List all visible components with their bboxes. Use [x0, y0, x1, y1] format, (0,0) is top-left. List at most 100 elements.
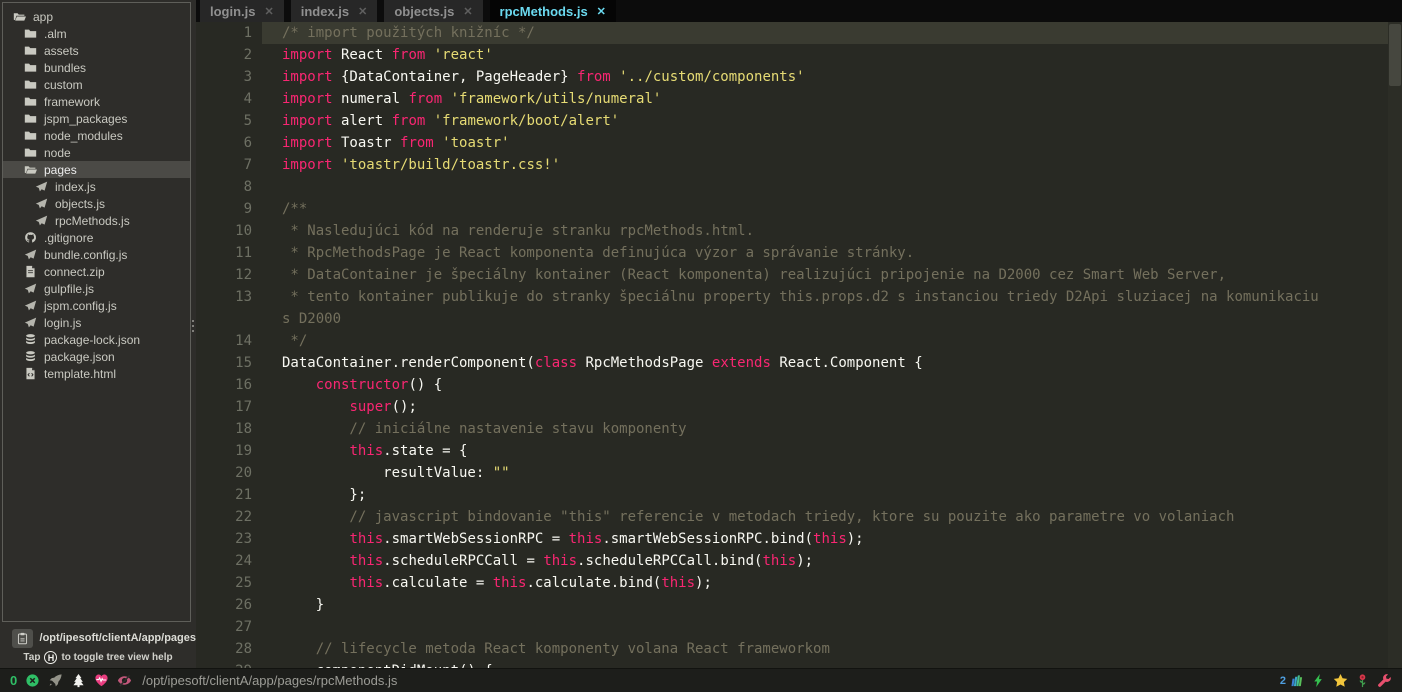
tree-icon[interactable]: [71, 673, 86, 688]
code-line-13: 13 * tento kontainer publikuje do strank…: [196, 286, 1388, 308]
code-line-text[interactable]: componentDidMount() {: [262, 660, 1388, 668]
line-number: 24: [196, 550, 262, 572]
code-line-text[interactable]: * tento kontainer publikuje do stranky š…: [262, 286, 1388, 308]
tree-item-app[interactable]: app: [3, 8, 190, 25]
flower-icon[interactable]: [1355, 673, 1370, 688]
code-line-text[interactable]: this.smartWebSessionRPC = this.smartWebS…: [262, 528, 1388, 550]
heart-pulse-icon[interactable]: [94, 673, 109, 688]
code-line-text[interactable]: import 'toastr/build/toastr.css!': [262, 154, 1388, 176]
tab-login.js[interactable]: login.js✕: [200, 0, 284, 22]
code-line-text[interactable]: };: [262, 484, 1388, 506]
tree-item-package-lock.json[interactable]: package-lock.json: [3, 331, 190, 348]
star-icon[interactable]: [1333, 673, 1348, 688]
tree-item-.gitignore[interactable]: .gitignore: [3, 229, 190, 246]
tree-item-.alm[interactable]: .alm: [3, 25, 190, 42]
editor-scrollbar-thumb[interactable]: [1389, 24, 1401, 86]
sidebar-resize-handle[interactable]: [191, 320, 195, 332]
line-number: 29: [196, 660, 262, 668]
code-line-text[interactable]: }: [262, 594, 1388, 616]
circle-x-icon[interactable]: [25, 673, 40, 688]
status-bar: 0 /opt/ipesoft/clientA/app/pages/rpcMeth…: [0, 668, 1402, 692]
code-line-text[interactable]: resultValue: "": [262, 462, 1388, 484]
editor-scrollbar-track[interactable]: [1388, 22, 1402, 668]
code-line-text[interactable]: this.calculate = this.calculate.bind(thi…: [262, 572, 1388, 594]
tab-rpcMethods.js[interactable]: rpcMethods.js✕: [490, 0, 616, 22]
line-number: 27: [196, 616, 262, 638]
code-line-text[interactable]: import {DataContainer, PageHeader} from …: [262, 66, 1388, 88]
chart-bars-icon[interactable]: [1289, 673, 1304, 688]
js-file-icon: [35, 214, 49, 228]
code-line-16: 16 constructor() {: [196, 374, 1388, 396]
code-line-text[interactable]: DataContainer.renderComponent(class RpcM…: [262, 352, 1388, 374]
code-line-text[interactable]: import alert from 'framework/boot/alert': [262, 110, 1388, 132]
code-line-text[interactable]: /**: [262, 198, 1388, 220]
copy-path-button[interactable]: [12, 629, 33, 648]
tree-item-package.json[interactable]: package.json: [3, 348, 190, 365]
code-line-text[interactable]: * Nasledujúci kód na renderuje stranku r…: [262, 220, 1388, 242]
code-line-text[interactable]: // iniciálne nastavenie stavu komponenty: [262, 418, 1388, 440]
tree-item-objects.js[interactable]: objects.js: [3, 195, 190, 212]
code-line-text[interactable]: */: [262, 330, 1388, 352]
tree-item-label: framework: [44, 95, 100, 109]
code-line-6: 6import Toastr from 'toastr': [196, 132, 1388, 154]
code-line-text[interactable]: // javascript bindovanie "this" referenc…: [262, 506, 1388, 528]
database-icon: [24, 350, 38, 364]
tree-item-label: .alm: [44, 27, 67, 41]
error-count: 0: [10, 673, 17, 688]
code-line-text[interactable]: import Toastr from 'toastr': [262, 132, 1388, 154]
tree-item-label: jspm_packages: [44, 112, 127, 126]
tab-close-icon[interactable]: ✕: [463, 5, 472, 18]
tab-close-icon[interactable]: ✕: [265, 5, 274, 18]
tree-item-rpcMethods.js[interactable]: rpcMethods.js: [3, 212, 190, 229]
code-editor[interactable]: 1/* import použitých knižníc */2import R…: [196, 22, 1402, 668]
tree-item-custom[interactable]: custom: [3, 76, 190, 93]
code-line-text[interactable]: [262, 616, 1388, 638]
code-line-text[interactable]: [262, 176, 1388, 198]
tree-item-gulpfile.js[interactable]: gulpfile.js: [3, 280, 190, 297]
code-line-24: 24 this.scheduleRPCCall = this.scheduleR…: [196, 550, 1388, 572]
code-line-text[interactable]: super();: [262, 396, 1388, 418]
wrench-icon[interactable]: [1377, 673, 1392, 688]
code-line-text[interactable]: this.scheduleRPCCall = this.scheduleRPCC…: [262, 550, 1388, 572]
tree-item-node[interactable]: node: [3, 144, 190, 161]
tree-item-jspm-packages[interactable]: jspm_packages: [3, 110, 190, 127]
archive-file-icon: [24, 265, 38, 279]
code-line-text[interactable]: // lifecycle metoda React komponenty vol…: [262, 638, 1388, 660]
tree-item-bundle.config.js[interactable]: bundle.config.js: [3, 246, 190, 263]
code-line-text[interactable]: * RpcMethodsPage je React komponenta def…: [262, 242, 1388, 264]
tree-item-bundles[interactable]: bundles: [3, 59, 190, 76]
tree-item-jspm.config.js[interactable]: jspm.config.js: [3, 297, 190, 314]
lightning-icon[interactable]: [1311, 673, 1326, 688]
line-number: 12: [196, 264, 262, 286]
code-line-text[interactable]: constructor() {: [262, 374, 1388, 396]
tab-index.js[interactable]: index.js✕: [291, 0, 378, 22]
code-line-21: 21 };: [196, 484, 1388, 506]
code-line-text[interactable]: * DataContainer je špeciálny kontainer (…: [262, 264, 1388, 286]
js-file-icon: [24, 316, 38, 330]
code-line-27: 27: [196, 616, 1388, 638]
line-number: 22: [196, 506, 262, 528]
line-number: 4: [196, 88, 262, 110]
tab-close-icon[interactable]: ✕: [597, 5, 606, 18]
tree-item-connect.zip[interactable]: connect.zip: [3, 263, 190, 280]
code-line-text[interactable]: s D2000: [262, 308, 1388, 330]
js-file-icon: [24, 248, 38, 262]
code-line-text[interactable]: import React from 'react': [262, 44, 1388, 66]
tab-objects.js[interactable]: objects.js✕: [384, 0, 482, 22]
git-icon: [24, 231, 38, 245]
tab-close-icon[interactable]: ✕: [358, 5, 367, 18]
code-line-7: 7import 'toastr/build/toastr.css!': [196, 154, 1388, 176]
tree-item-label: assets: [44, 44, 79, 58]
tree-item-index.js[interactable]: index.js: [3, 178, 190, 195]
tree-item-assets[interactable]: assets: [3, 42, 190, 59]
eye-slash-icon[interactable]: [117, 673, 132, 688]
tree-item-login.js[interactable]: login.js: [3, 314, 190, 331]
rocket-icon[interactable]: [48, 673, 63, 688]
code-line-text[interactable]: this.state = {: [262, 440, 1388, 462]
tree-item-node-modules[interactable]: node_modules: [3, 127, 190, 144]
code-line-text[interactable]: import numeral from 'framework/utils/num…: [262, 88, 1388, 110]
tree-item-template.html[interactable]: template.html: [3, 365, 190, 382]
tree-item-framework[interactable]: framework: [3, 93, 190, 110]
code-line-text[interactable]: /* import použitých knižníc */: [262, 22, 1388, 44]
tree-item-pages[interactable]: pages: [3, 161, 190, 178]
